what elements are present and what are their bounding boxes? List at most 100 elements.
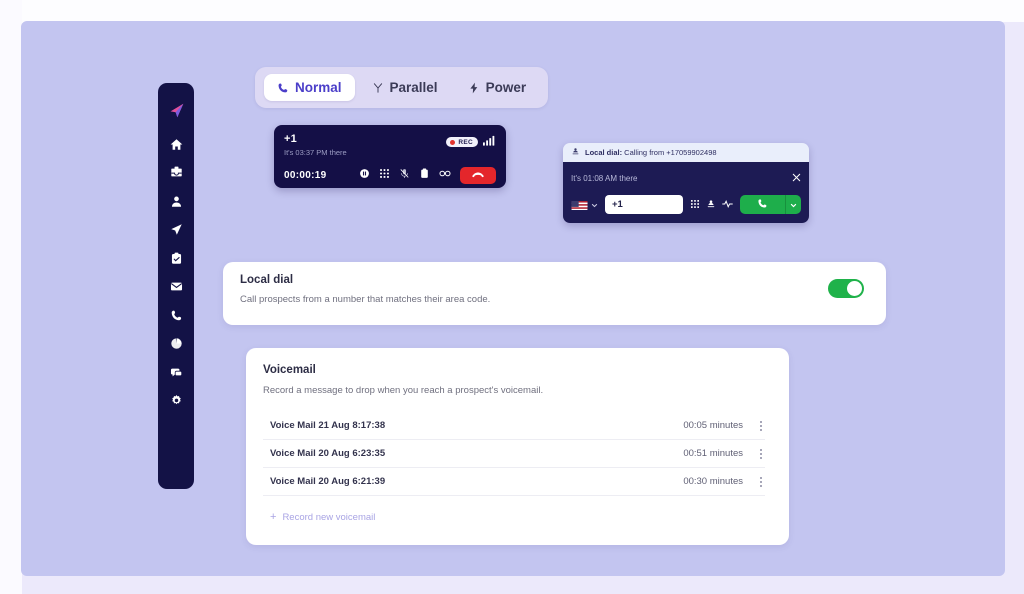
send-paper-plane-icon — [170, 223, 183, 236]
voicemail-name: Voice Mail 21 Aug 8:17:38 — [270, 420, 386, 431]
local-dial-text: Local dial Call prospects from a number … — [240, 274, 490, 305]
pie-chart-icon — [170, 337, 183, 350]
clipboard-check-icon — [170, 252, 183, 265]
dialer-widget: Local dial: Calling from +17059902498 It… — [563, 143, 809, 223]
voicemail-title: Voicemail — [263, 364, 316, 376]
voicemail-list: Voice Mail 21 Aug 8:17:38 00:05 minutes … — [263, 412, 765, 496]
call-number: +1 — [284, 133, 297, 145]
chevron-down-icon — [790, 196, 797, 214]
tab-normal[interactable]: Normal — [264, 74, 355, 101]
tab-parallel[interactable]: Parallel — [359, 74, 451, 101]
gear-icon — [170, 394, 183, 407]
sidebar-logo[interactable] — [158, 93, 194, 127]
recording-label: REC — [458, 138, 473, 146]
dialer-header: Local dial: Calling from +17059902498 — [563, 143, 809, 162]
location-pin-person-icon — [571, 147, 580, 158]
local-dial-toggle[interactable] — [828, 279, 864, 298]
call-timer: 00:00:19 — [284, 169, 327, 181]
plus-icon: + — [270, 511, 277, 523]
record-new-voicemail-button[interactable]: + Record new voicemail — [263, 511, 765, 524]
sidebar-item-contacts[interactable] — [158, 187, 194, 216]
mode-tab-bar: Normal Parallel Power — [255, 67, 549, 108]
voicemail-name: Voice Mail 20 Aug 6:23:35 — [270, 448, 386, 459]
sidebar-item-sequences[interactable] — [158, 216, 194, 245]
record-new-voicemail-label: Record new voicemail — [282, 512, 376, 523]
fork-icon — [372, 82, 384, 94]
dialer-header-prefix: Local dial: — [585, 148, 623, 157]
sidebar — [158, 83, 194, 489]
voicemail-duration: 00:51 minutes — [683, 448, 743, 459]
voicemail-card: Voicemail Record a message to drop when … — [246, 348, 789, 545]
table-row[interactable]: Voice Mail 20 Aug 6:23:35 00:51 minutes — [263, 440, 765, 468]
tab-power-label: Power — [485, 80, 527, 95]
call-local-time: It's 03:37 PM there — [284, 148, 347, 157]
notes-icon[interactable] — [419, 166, 430, 184]
phone-number-input[interactable] — [605, 195, 683, 214]
dialer-header-text: Local dial: Calling from +17059902498 — [585, 148, 717, 157]
sidebar-item-mail[interactable] — [158, 273, 194, 302]
voicemail-name: Voice Mail 20 Aug 6:21:39 — [270, 476, 386, 487]
dialer-header-suffix: Calling from +17059902498 — [622, 148, 717, 157]
local-dial-title: Local dial — [240, 274, 294, 286]
local-dial-description: Call prospects from a number that matche… — [240, 294, 491, 305]
person-icon — [170, 195, 183, 208]
frame-edge-top — [0, 0, 1024, 22]
recording-badge: REC — [446, 137, 478, 147]
close-icon[interactable] — [792, 169, 801, 187]
voicemail-description: Record a message to drop when you reach … — [263, 385, 544, 396]
table-row[interactable]: Voice Mail 21 Aug 8:17:38 00:05 minutes — [263, 412, 765, 440]
app-screenshot: Normal Parallel Power +1 It's 03:37 PM t… — [0, 0, 1024, 594]
tab-normal-label: Normal — [295, 80, 342, 95]
sidebar-item-chat[interactable] — [158, 358, 194, 387]
phone-icon — [277, 82, 289, 94]
phone-icon — [757, 196, 768, 214]
tab-parallel-label: Parallel — [389, 80, 438, 95]
sidebar-item-reports[interactable] — [158, 330, 194, 359]
chevron-down-icon — [591, 196, 598, 214]
row-more-menu-icon[interactable] — [757, 475, 765, 489]
phone-icon — [170, 309, 183, 322]
frame-edge-left — [0, 0, 22, 594]
hangup-button[interactable] — [460, 166, 496, 184]
location-pin-person-icon[interactable] — [706, 196, 716, 214]
waveform-icon[interactable] — [722, 196, 733, 214]
tab-power[interactable]: Power — [455, 74, 540, 101]
local-dial-setting-card: Local dial Call prospects from a number … — [223, 262, 886, 325]
record-dot-icon — [450, 139, 456, 145]
sidebar-item-calls[interactable] — [158, 301, 194, 330]
call-button[interactable] — [740, 195, 801, 214]
table-row[interactable]: Voice Mail 20 Aug 6:21:39 00:30 minutes — [263, 468, 765, 496]
chat-bubble-icon — [170, 366, 183, 379]
active-call-widget: +1 It's 03:37 PM there REC 00:00:19 — [274, 125, 506, 188]
app-panel: Normal Parallel Power +1 It's 03:37 PM t… — [21, 21, 1005, 576]
dialer-body: It's 01:08 AM there — [563, 162, 809, 223]
row-more-menu-icon[interactable] — [757, 447, 765, 461]
logo-paper-plane-icon — [168, 102, 185, 119]
voicemail-duration: 00:05 minutes — [683, 420, 743, 431]
call-widget-header: +1 It's 03:37 PM there REC — [284, 133, 496, 157]
sidebar-item-home[interactable] — [158, 130, 194, 159]
dialpad-icon[interactable] — [690, 196, 700, 214]
envelope-icon — [170, 280, 183, 293]
dialer-local-time: It's 01:08 AM there — [571, 173, 638, 183]
infinity-icon[interactable] — [439, 166, 451, 184]
home-icon — [170, 138, 183, 151]
pause-circle-icon[interactable] — [359, 166, 370, 184]
hangup-phone-icon — [471, 166, 485, 184]
call-button-dropdown[interactable] — [785, 195, 801, 214]
sidebar-item-settings[interactable] — [158, 387, 194, 416]
sidebar-item-tasks[interactable] — [158, 244, 194, 273]
dialpad-icon[interactable] — [379, 166, 390, 184]
inbox-tray-icon — [170, 166, 183, 179]
toggle-knob — [847, 281, 862, 296]
lightning-bolt-icon — [468, 82, 480, 94]
country-selector[interactable] — [571, 196, 598, 214]
us-flag-icon — [571, 199, 588, 210]
mic-muted-icon[interactable] — [399, 166, 410, 184]
call-button-main[interactable] — [740, 195, 785, 214]
call-widget-controls: 00:00:19 — [284, 166, 496, 184]
signal-bars-icon — [483, 133, 496, 151]
sidebar-item-inbox[interactable] — [158, 159, 194, 188]
row-more-menu-icon[interactable] — [757, 419, 765, 433]
call-status-badges: REC — [446, 133, 496, 151]
